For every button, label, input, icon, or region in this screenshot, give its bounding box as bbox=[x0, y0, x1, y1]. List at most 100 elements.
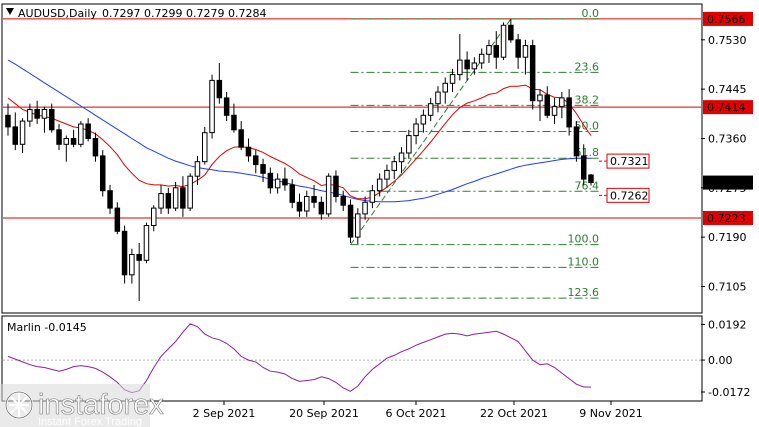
candle-body bbox=[551, 106, 558, 116]
instaforex-logo-icon bbox=[4, 390, 34, 420]
candle-body bbox=[5, 114, 11, 128]
candle-body bbox=[165, 193, 172, 209]
fib-level-label: 23.6 bbox=[575, 60, 600, 73]
candle-body bbox=[311, 196, 317, 203]
candle-body bbox=[464, 59, 470, 70]
candle-body bbox=[231, 114, 237, 131]
oscillator-label: Marlin -0.0145 bbox=[7, 321, 87, 334]
candle-body bbox=[216, 79, 223, 99]
candle-body bbox=[486, 45, 492, 55]
candle-body bbox=[325, 175, 332, 215]
candle bbox=[500, 22, 507, 61]
candle-body bbox=[347, 204, 354, 238]
candle-body bbox=[544, 94, 550, 116]
candle-body bbox=[581, 155, 587, 180]
candle bbox=[202, 126, 208, 165]
y-tick-label: 0.7105 bbox=[708, 280, 747, 293]
level-price-tag-label: 0.7414 bbox=[707, 101, 746, 114]
candle-body bbox=[253, 155, 259, 166]
candle-body bbox=[194, 161, 201, 177]
candle-body bbox=[529, 45, 536, 102]
candle-body bbox=[457, 59, 463, 76]
candle-body bbox=[172, 187, 179, 209]
candle-body bbox=[471, 62, 478, 70]
candle bbox=[573, 121, 580, 162]
candle-body bbox=[493, 45, 499, 58]
candle-body bbox=[107, 190, 113, 209]
candle-body bbox=[12, 126, 18, 145]
candle-body bbox=[63, 138, 69, 145]
x-tick-label: 20 Sep 2021 bbox=[289, 407, 359, 420]
candle-body bbox=[435, 91, 441, 105]
candle-body bbox=[296, 201, 303, 212]
fib-level-label: 38.2 bbox=[575, 93, 600, 106]
candle-body bbox=[369, 190, 376, 203]
candle-body bbox=[566, 97, 572, 128]
fib-level-label: 110.0 bbox=[568, 255, 600, 268]
candle-body bbox=[19, 120, 26, 145]
candle-body bbox=[384, 169, 390, 180]
candle-body bbox=[391, 161, 397, 171]
candle-body bbox=[85, 123, 91, 139]
candle-body bbox=[522, 45, 529, 58]
candle-body bbox=[121, 230, 128, 276]
candle-body bbox=[282, 178, 288, 186]
candle-body bbox=[70, 138, 77, 145]
fib-level-label: 0.0 bbox=[582, 7, 600, 20]
candle-body bbox=[245, 146, 252, 157]
candle bbox=[187, 173, 193, 212]
level-price-tag-label: 0.7223 bbox=[707, 212, 746, 225]
y-tick-label: 0.7445 bbox=[708, 83, 747, 96]
candle-body bbox=[151, 207, 157, 227]
candle-body bbox=[27, 109, 33, 122]
candle-body bbox=[515, 39, 521, 58]
watermark-tagline: Instant Forex Trading bbox=[38, 416, 142, 427]
candle-body bbox=[413, 123, 419, 137]
candle-body bbox=[537, 94, 543, 102]
price-tag-label: 0.7321 bbox=[610, 155, 649, 168]
candle-body bbox=[92, 138, 99, 157]
candle-body bbox=[49, 109, 55, 131]
watermark: instaforex Instant Forex Trading bbox=[0, 384, 165, 427]
price-tag: 0.7262 bbox=[599, 187, 650, 203]
candle-body bbox=[202, 132, 208, 163]
symbol-label: AUDUSD,Daily bbox=[18, 7, 97, 20]
candle bbox=[325, 173, 332, 217]
candle-body bbox=[129, 254, 135, 276]
candle bbox=[529, 39, 536, 110]
candle-body bbox=[376, 178, 383, 192]
chart-header: AUDUSD,Daily 0.7297 0.7299 0.7279 0.7284 bbox=[6, 7, 266, 20]
candle-body bbox=[340, 196, 346, 206]
candle-body bbox=[588, 174, 594, 183]
candle-body bbox=[289, 184, 295, 203]
candle-body bbox=[500, 24, 507, 58]
osc-tick-label: -0.0172 bbox=[708, 386, 750, 399]
time-axis: 2 Sep 2021 20 Sep 2021 6 Oct 2021 22 Oct 20… bbox=[193, 401, 643, 420]
x-tick-label: 2 Sep 2021 bbox=[193, 407, 256, 420]
candle bbox=[78, 121, 84, 148]
candle-body bbox=[209, 79, 215, 134]
candle-body bbox=[427, 103, 434, 116]
candle-body bbox=[114, 207, 121, 232]
osc-tick-label: 0.0192 bbox=[708, 318, 747, 331]
candle-body bbox=[559, 97, 565, 108]
candle-body bbox=[180, 187, 186, 209]
candle-body bbox=[398, 152, 405, 163]
candle-body bbox=[158, 193, 164, 209]
candle-body bbox=[267, 172, 274, 189]
candle-body bbox=[406, 135, 412, 154]
candle bbox=[100, 150, 106, 197]
y-tick-label: 0.7360 bbox=[708, 132, 747, 145]
candle-body bbox=[34, 109, 40, 119]
fib-level-label: 100.0 bbox=[568, 233, 600, 246]
fib-level-label: 76.4 bbox=[575, 179, 600, 192]
candle-body bbox=[223, 97, 230, 116]
current-price-label: 0.7284 bbox=[707, 177, 746, 190]
candle-body bbox=[355, 213, 361, 238]
candle bbox=[143, 222, 150, 264]
candle-body bbox=[274, 178, 281, 189]
x-tick-label: 6 Oct 2021 bbox=[385, 407, 446, 420]
y-tick-label: 0.7530 bbox=[708, 34, 747, 47]
candle-body bbox=[260, 164, 266, 174]
candle-body bbox=[333, 175, 339, 197]
